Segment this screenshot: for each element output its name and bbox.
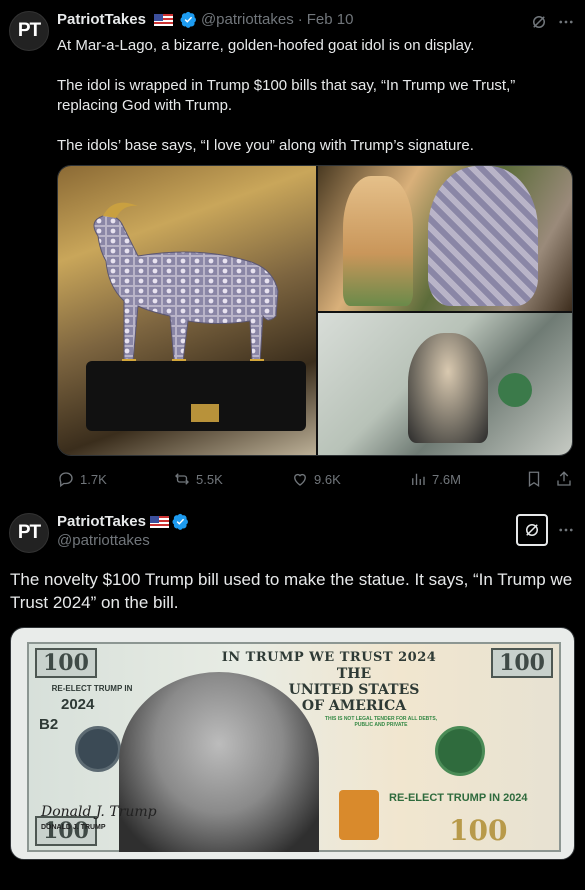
bill-corner-value: 100 bbox=[491, 648, 553, 678]
tweet-paragraph: The idol is wrapped in Trump $100 bills … bbox=[57, 77, 516, 114]
goat-statue-photo[interactable] bbox=[58, 166, 316, 455]
like-button[interactable]: 9.6K bbox=[291, 470, 341, 488]
novelty-bill: 100 100 100 IN TRUMP WE TRUST 2024 THE U… bbox=[27, 642, 561, 852]
repost-button[interactable]: 5.5K bbox=[173, 470, 223, 488]
bill-reserve-seal bbox=[75, 726, 121, 772]
heart-icon bbox=[294, 473, 306, 486]
grok-icon[interactable] bbox=[528, 11, 550, 33]
repost-count: 5.5K bbox=[196, 471, 223, 487]
us-flag-icon bbox=[153, 13, 173, 26]
views-icon bbox=[412, 473, 425, 485]
bill-corner-value: 100 bbox=[35, 648, 97, 678]
tweet-paragraph: The idols’ base says, “I love you” along… bbox=[57, 137, 474, 154]
share-icon bbox=[557, 471, 571, 486]
bill-treasury-seal bbox=[435, 726, 485, 776]
bill-reelect-text: RE-ELECT TRUMP IN 2024 bbox=[389, 792, 528, 804]
handle[interactable]: @patriottakes bbox=[57, 532, 189, 549]
bill-seal bbox=[498, 373, 532, 407]
bill-reelect-small: RE-ELECT TRUMP IN bbox=[51, 684, 133, 693]
woman-with-statue-photo[interactable] bbox=[318, 166, 572, 311]
tweet-text: The novelty $100 Trump bill used to make… bbox=[10, 570, 573, 612]
tweet-header: PatriotTakes @patriottakes · Feb 10 bbox=[57, 11, 353, 28]
views-button[interactable]: 7.6M bbox=[409, 470, 461, 488]
share-button[interactable] bbox=[555, 470, 573, 488]
avatar[interactable]: PT bbox=[9, 513, 49, 553]
bill-portrait bbox=[119, 672, 319, 852]
bill-banner: IN TRUMP WE TRUST 2024 bbox=[221, 650, 437, 665]
bill-corner-value: 100 bbox=[35, 816, 97, 846]
bill-liberty-bell bbox=[339, 790, 379, 840]
bookmark-icon bbox=[528, 471, 540, 488]
statue-closeup bbox=[428, 166, 538, 306]
views-count: 7.6M bbox=[432, 471, 461, 487]
bill-gold-value: 100 bbox=[449, 814, 508, 847]
bill-portrait bbox=[408, 333, 488, 443]
bookmark-button[interactable] bbox=[525, 470, 543, 488]
repost-icon bbox=[175, 473, 189, 485]
statue-plaque bbox=[191, 404, 219, 422]
tweet-paragraph: At Mar-a-Lago, a bizarre, golden-hoofed … bbox=[57, 37, 475, 54]
more-options-icon[interactable] bbox=[555, 11, 577, 33]
handle[interactable]: @patriottakes bbox=[201, 11, 294, 28]
goat-statue-figure bbox=[93, 202, 279, 366]
media-grid bbox=[57, 165, 573, 456]
bill-signature: Donald J. Trump bbox=[41, 804, 157, 820]
bill-country-line: THE bbox=[336, 666, 372, 682]
verified-badge-icon bbox=[172, 513, 188, 530]
tweet-text: At Mar-a-Lago, a bizarre, golden-hoofed … bbox=[57, 36, 557, 176]
display-name[interactable]: PatriotTakes bbox=[57, 11, 146, 28]
grok-icon[interactable] bbox=[516, 514, 548, 546]
reply-count: 1.7K bbox=[80, 471, 107, 487]
more-options-icon[interactable] bbox=[555, 519, 577, 541]
us-flag-icon bbox=[149, 515, 169, 528]
tweet-date[interactable]: Feb 10 bbox=[307, 11, 354, 28]
like-count: 9.6K bbox=[314, 471, 341, 487]
avatar[interactable]: PT bbox=[9, 11, 49, 51]
reply-button[interactable]: 1.7K bbox=[57, 470, 107, 488]
tweet-actions: 1.7K 5.5K 9.6K 7.6M bbox=[57, 470, 573, 490]
tweet-header: PatriotTakes @patriottakes bbox=[57, 513, 189, 549]
trump-bill-photo[interactable] bbox=[318, 313, 572, 455]
bill-signature-label: DONALD J. TRUMP bbox=[41, 824, 106, 831]
bill-photo[interactable]: 100 100 100 IN TRUMP WE TRUST 2024 THE U… bbox=[10, 627, 575, 860]
bill-year: 2024 bbox=[61, 696, 95, 713]
display-name[interactable]: PatriotTakes bbox=[57, 513, 146, 530]
person-figure bbox=[343, 176, 413, 306]
bill-legal-text: THIS IS NOT LEGAL TENDER FOR ALL DEBTS, … bbox=[324, 716, 438, 728]
bill-series-code: B2 bbox=[39, 716, 59, 733]
separator: · bbox=[297, 11, 303, 28]
reply-icon bbox=[59, 472, 73, 488]
verified-badge-icon bbox=[180, 11, 196, 28]
